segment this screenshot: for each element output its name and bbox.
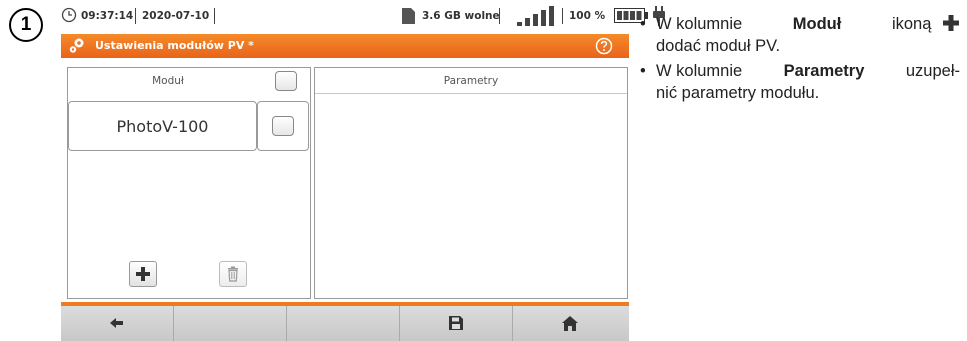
parameters-panel: Parametry <box>314 67 628 299</box>
sd-card-icon <box>402 8 415 24</box>
module-panel: Moduł PhotoV-100 <box>67 67 311 299</box>
module-item-checkbox-cell[interactable] <box>257 101 309 151</box>
empty-nav-button[interactable] <box>287 306 400 341</box>
step-number: 1 <box>20 14 32 35</box>
instructions: • W kolumnie Moduł ikoną dodać moduł PV.… <box>640 13 960 107</box>
status-separator <box>214 8 215 24</box>
save-icon <box>449 316 463 330</box>
status-bar: 09:37:14 2020-07-10 3.6 GB wolne 100 % <box>61 0 665 34</box>
module-name: PhotoV-100 <box>116 116 209 136</box>
battery-percent: 100 % <box>569 10 606 22</box>
parameters-column-header: Parametry <box>315 68 627 94</box>
instruction-item: • W kolumnie Parametry uzupeł- nić param… <box>640 60 960 104</box>
back-button[interactable] <box>61 306 174 341</box>
step-number-badge: 1 <box>9 8 43 42</box>
instruction-text: nić parametry modułu. <box>656 84 820 102</box>
bullet: • <box>640 15 646 33</box>
instruction-text: ikoną <box>891 15 932 33</box>
back-arrow-icon <box>110 318 123 328</box>
add-module-button[interactable] <box>129 261 157 287</box>
instruction-bold-text: Moduł <box>792 15 842 33</box>
instruction-item: • W kolumnie Moduł ikoną dodać moduł PV. <box>640 13 960 57</box>
device-screen: 09:37:14 2020-07-10 3.6 GB wolne 100 % U… <box>61 0 665 341</box>
empty-nav-button[interactable] <box>174 306 287 341</box>
add-icon <box>942 15 959 31</box>
module-list-item[interactable]: PhotoV-100 <box>68 101 257 151</box>
instruction-bold-text: Parametry <box>783 62 865 80</box>
save-button[interactable] <box>400 306 513 341</box>
home-button[interactable] <box>513 306 629 341</box>
home-icon <box>562 316 578 331</box>
status-separator <box>135 8 136 24</box>
instruction-text: W kolumnie <box>656 62 743 80</box>
signal-strength-icon <box>517 6 554 26</box>
status-date: 2020-07-10 <box>142 10 210 22</box>
module-item-checkbox[interactable] <box>272 116 294 136</box>
status-time: 09:37:14 <box>81 10 134 22</box>
status-separator <box>499 8 500 24</box>
module-column-header: Moduł <box>152 75 184 87</box>
gears-icon <box>69 38 84 53</box>
screen-title: Ustawienia modułów PV * <box>95 39 254 52</box>
instruction-text: W kolumnie <box>656 15 743 33</box>
select-all-checkbox[interactable] <box>275 71 297 91</box>
trash-icon <box>228 266 238 282</box>
clock-icon <box>61 7 77 23</box>
status-separator <box>562 8 563 24</box>
add-icon <box>136 267 150 281</box>
delete-module-button[interactable] <box>219 261 247 287</box>
bullet: • <box>640 62 646 80</box>
instruction-text: dodać moduł PV. <box>656 37 781 55</box>
bottom-nav-bar <box>61 306 629 341</box>
instruction-text: uzupeł- <box>905 62 960 80</box>
help-icon[interactable] <box>595 37 613 55</box>
title-bar: Ustawienia modułów PV * <box>61 34 629 58</box>
storage-free: 3.6 GB wolne <box>422 10 500 22</box>
instruction-text-group: ikoną <box>892 13 960 35</box>
